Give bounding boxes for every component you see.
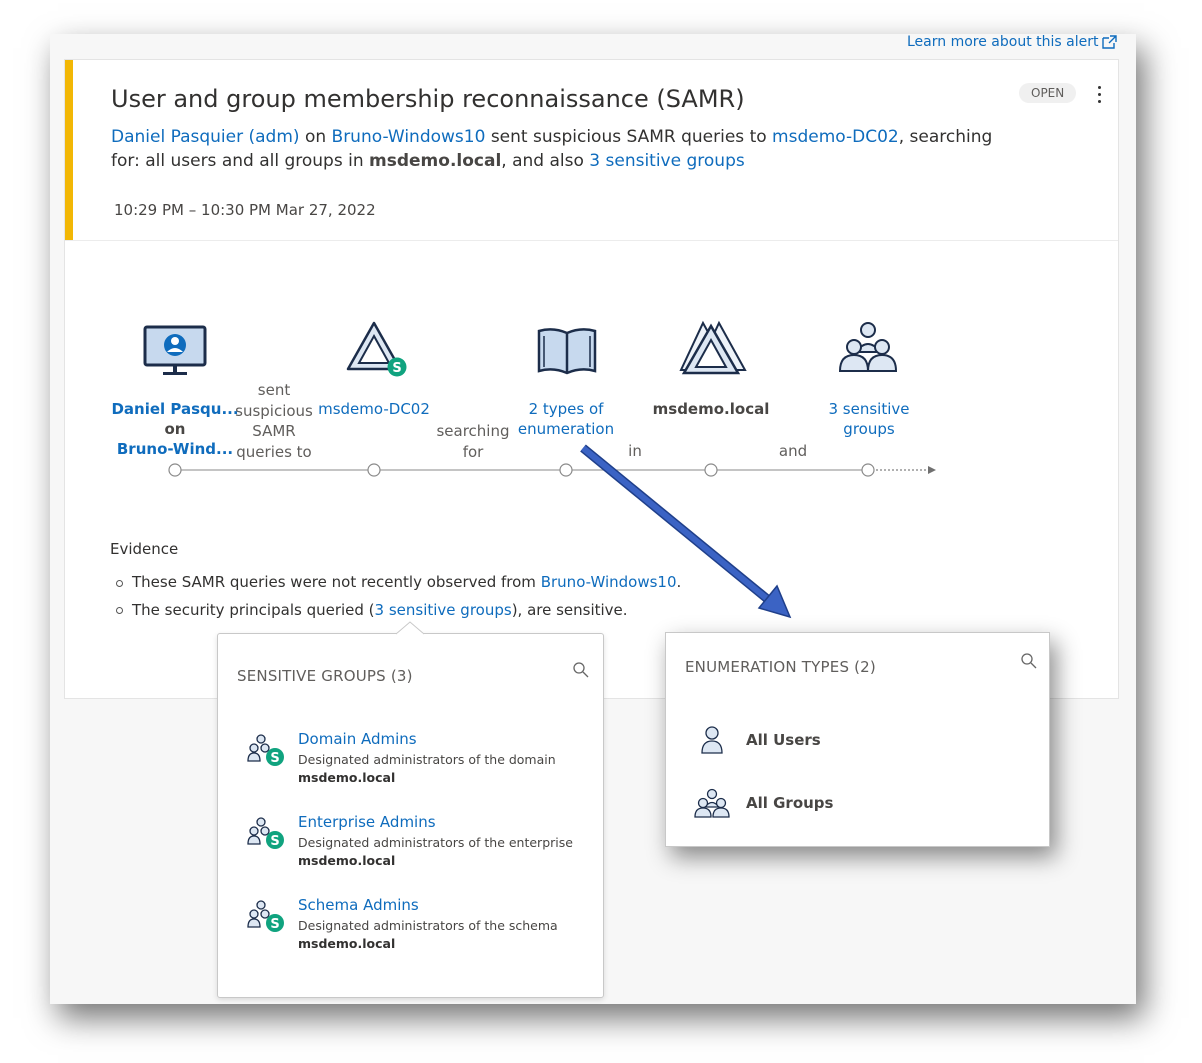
evidence-item: The security principals queried (3 sensi… (132, 601, 628, 619)
svg-text:S: S (270, 917, 279, 932)
group-description: Designated administrators of the schema (298, 918, 558, 933)
learn-more-link[interactable]: Learn more about this alert (907, 34, 1098, 50)
evidence-title: Evidence (110, 540, 179, 558)
timeline-track (168, 463, 936, 477)
severity-accent-bar (65, 60, 73, 240)
evidence-sensitive-link[interactable]: 3 sensitive groups (375, 601, 512, 619)
evidence-text: These SAMR queries were not recently obs… (132, 573, 536, 591)
enum-popup-title: ENUMERATION TYPES (2) (685, 658, 876, 676)
enum-item-all-groups[interactable]: All Groups (746, 794, 833, 812)
node-enumeration-line[interactable]: 2 types of (506, 399, 626, 419)
enum-item-all-users[interactable]: All Users (746, 731, 821, 749)
popup-caret (396, 621, 424, 635)
group-description: Designated administrators of the domain (298, 752, 556, 767)
node-sensitive-line[interactable]: 3 sensitive (809, 399, 929, 419)
connector-text: suspicious (235, 401, 313, 420)
alert-header: User and group membership reconnaissance… (65, 60, 1118, 241)
computer-icon (143, 325, 207, 375)
group-name[interactable]: Enterprise Admins (298, 813, 436, 831)
node-enumeration-line[interactable]: enumeration (506, 419, 626, 439)
domain-controller-icon: S (346, 321, 407, 377)
group-domain: msdemo.local (298, 853, 396, 868)
search-icon[interactable] (1020, 652, 1038, 670)
more-options-button[interactable] (1091, 82, 1107, 108)
book-icon (537, 328, 597, 375)
user-icon (701, 726, 723, 754)
summary-verb: sent suspicious SAMR queries to (490, 127, 767, 147)
sensitive-popup-title: SENSITIVE GROUPS (3) (237, 667, 413, 685)
sensitive-group-icon: S (247, 900, 284, 932)
node-domain: msdemo.local (652, 400, 770, 418)
domain-text: msdemo.local (369, 151, 502, 171)
alert-summary: Daniel Pasquier (adm) on Bruno-Windows10… (111, 125, 1011, 173)
machine-link[interactable]: Bruno-Windows10 (332, 127, 486, 147)
node-enumeration[interactable]: 2 types of enumeration (506, 399, 626, 439)
connector-text: queries to (236, 442, 312, 461)
actor-link[interactable]: Daniel Pasquier (adm) (111, 127, 300, 147)
group-domain: msdemo.local (298, 936, 396, 951)
svg-text:S: S (270, 751, 279, 766)
group-description: Designated administrators of the enterpr… (298, 835, 573, 850)
group-name[interactable]: Schema Admins (298, 896, 419, 914)
node-target[interactable]: msdemo-DC02 (314, 399, 434, 419)
connector-sent: sent suspicious SAMR queries to (224, 380, 324, 462)
alert-time: 10:29 PM – 10:30 PM Mar 27, 2022 (114, 201, 376, 219)
node-sensitive-line[interactable]: groups (809, 419, 929, 439)
connector-text: for (462, 442, 484, 461)
sensitive-groups-link[interactable]: 3 sensitive groups (589, 151, 744, 171)
bullet-icon (116, 607, 123, 614)
summary-on: on (304, 127, 327, 147)
domain-icon (679, 320, 747, 375)
svg-text:S: S (270, 834, 279, 849)
alert-title: User and group membership reconnaissance… (111, 85, 745, 113)
group-domain: msdemo.local (298, 770, 396, 785)
summary-also: , and also (501, 151, 584, 171)
bullet-icon (116, 580, 123, 587)
search-icon[interactable] (572, 661, 590, 679)
target-link[interactable]: msdemo-DC02 (772, 127, 899, 147)
sensitive-group-icon: S (247, 817, 284, 849)
connector-text: SAMR (252, 422, 296, 440)
sensitive-group-icon: S (247, 734, 284, 766)
evidence-text: The security principals queried ( (132, 601, 375, 619)
annotation-arrow-icon (580, 444, 792, 619)
group-name[interactable]: Domain Admins (298, 730, 417, 748)
external-link-icon[interactable] (1101, 35, 1117, 49)
status-badge: OPEN (1019, 83, 1077, 103)
svg-text:S: S (392, 361, 401, 376)
group-icon (694, 788, 730, 818)
node-sensitive-groups[interactable]: 3 sensitive groups (809, 399, 929, 439)
connector-text: sent (257, 381, 291, 399)
groups-icon (838, 322, 898, 372)
